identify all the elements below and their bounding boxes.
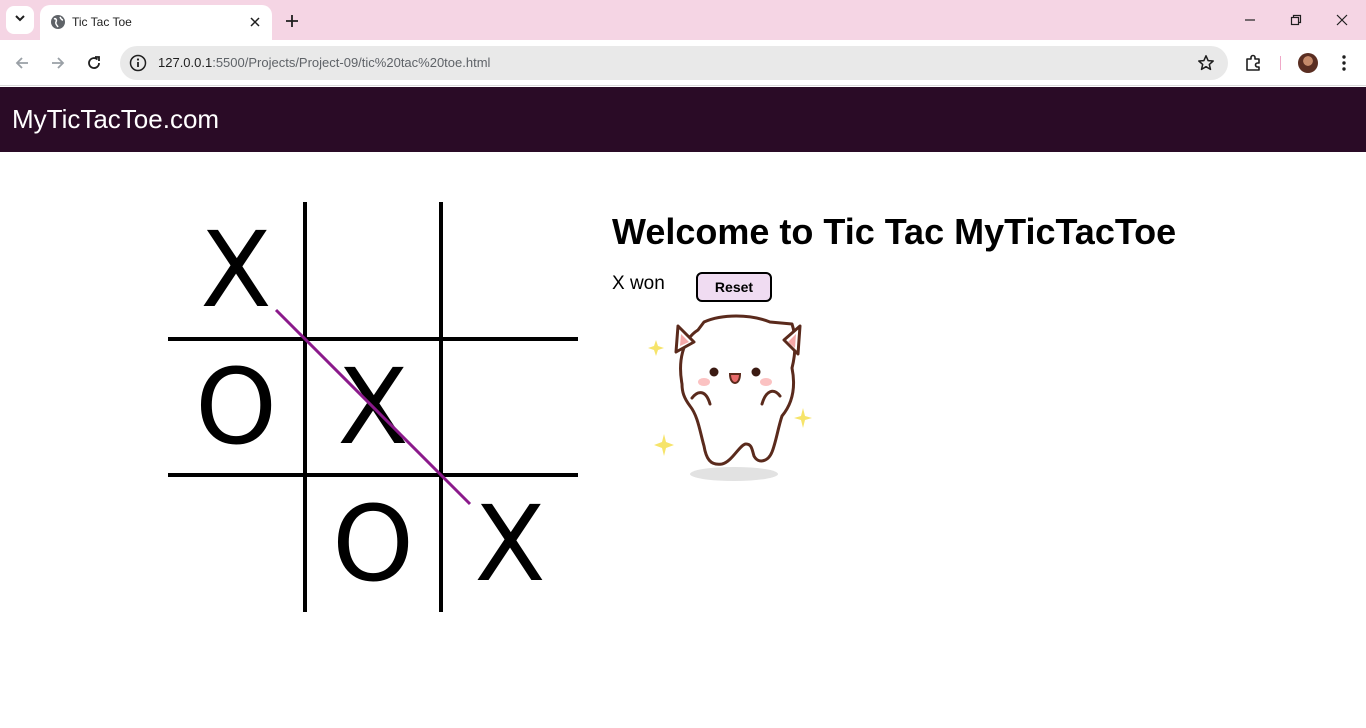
plus-icon bbox=[286, 15, 298, 27]
site-brand[interactable]: MyTicTacToe.com bbox=[12, 103, 219, 135]
board-cell-2[interactable] bbox=[305, 202, 441, 338]
address-bar[interactable]: 127.0.0.1:5500/Projects/Project-09/tic%2… bbox=[120, 46, 1228, 80]
arrow-left-icon bbox=[15, 57, 28, 69]
board-cell-3[interactable] bbox=[442, 202, 578, 338]
url-host: 127.0.0.1 bbox=[158, 55, 213, 70]
restore-button[interactable] bbox=[1276, 6, 1316, 34]
grid-line-horizontal-1 bbox=[168, 337, 578, 341]
extensions-button[interactable] bbox=[1242, 51, 1266, 75]
info-icon[interactable] bbox=[128, 53, 148, 73]
board-cell-9[interactable]: X bbox=[442, 476, 578, 612]
grid-line-vertical-2 bbox=[439, 202, 443, 612]
globe-icon bbox=[50, 14, 66, 30]
tic-tac-toe-board: X O X O X bbox=[168, 202, 578, 612]
browser-tab[interactable]: Tic Tac Toe bbox=[40, 5, 272, 40]
puzzle-icon bbox=[1246, 54, 1260, 71]
minimize-icon bbox=[1245, 19, 1255, 21]
board-cell-8[interactable]: O bbox=[305, 476, 441, 612]
back-button[interactable] bbox=[8, 49, 36, 77]
browser-toolbar: 127.0.0.1:5500/Projects/Project-09/tic%2… bbox=[0, 40, 1366, 86]
close-window-button[interactable] bbox=[1322, 6, 1362, 34]
grid-line-vertical-1 bbox=[303, 202, 307, 612]
arrow-right-icon bbox=[52, 57, 65, 69]
board-cell-4[interactable]: O bbox=[168, 339, 304, 475]
board-cell-5[interactable]: X bbox=[305, 339, 441, 475]
board-cell-7[interactable] bbox=[168, 476, 304, 612]
game-status: X won bbox=[612, 273, 665, 294]
close-icon bbox=[1336, 14, 1348, 26]
page-title: Welcome to Tic Tac MyTicTacToe bbox=[612, 211, 1177, 252]
close-tab-icon[interactable] bbox=[246, 13, 264, 31]
profile-avatar[interactable] bbox=[1298, 53, 1318, 73]
reload-button[interactable] bbox=[80, 49, 108, 77]
kebab-menu-icon bbox=[1342, 55, 1346, 71]
grid-line-horizontal-2 bbox=[168, 473, 578, 477]
chevron-down-icon bbox=[14, 11, 26, 29]
url-text[interactable]: 127.0.0.1:5500/Projects/Project-09/tic%2… bbox=[158, 55, 490, 71]
dancing-cat-sticker bbox=[642, 312, 822, 492]
site-navbar: MyTicTacToe.com bbox=[0, 87, 1366, 152]
forward-button[interactable] bbox=[44, 49, 72, 77]
restore-icon bbox=[1290, 14, 1302, 26]
tab-search-button[interactable] bbox=[6, 6, 34, 34]
new-tab-button[interactable] bbox=[280, 9, 304, 33]
reload-icon bbox=[88, 56, 100, 69]
star-icon[interactable] bbox=[1196, 53, 1216, 73]
browser-tabstrip: Tic Tac Toe bbox=[0, 0, 1366, 40]
url-path: :5500/Projects/Project-09/tic%20tac%20to… bbox=[212, 55, 491, 70]
toolbar-divider bbox=[1280, 56, 1281, 70]
reset-button[interactable]: Reset bbox=[696, 272, 772, 302]
minimize-button[interactable] bbox=[1230, 6, 1270, 34]
tab-title: Tic Tac Toe bbox=[72, 15, 132, 29]
browser-menu-button[interactable] bbox=[1332, 51, 1356, 75]
board-cell-1[interactable]: X bbox=[168, 202, 304, 338]
board-cell-6[interactable] bbox=[442, 339, 578, 475]
